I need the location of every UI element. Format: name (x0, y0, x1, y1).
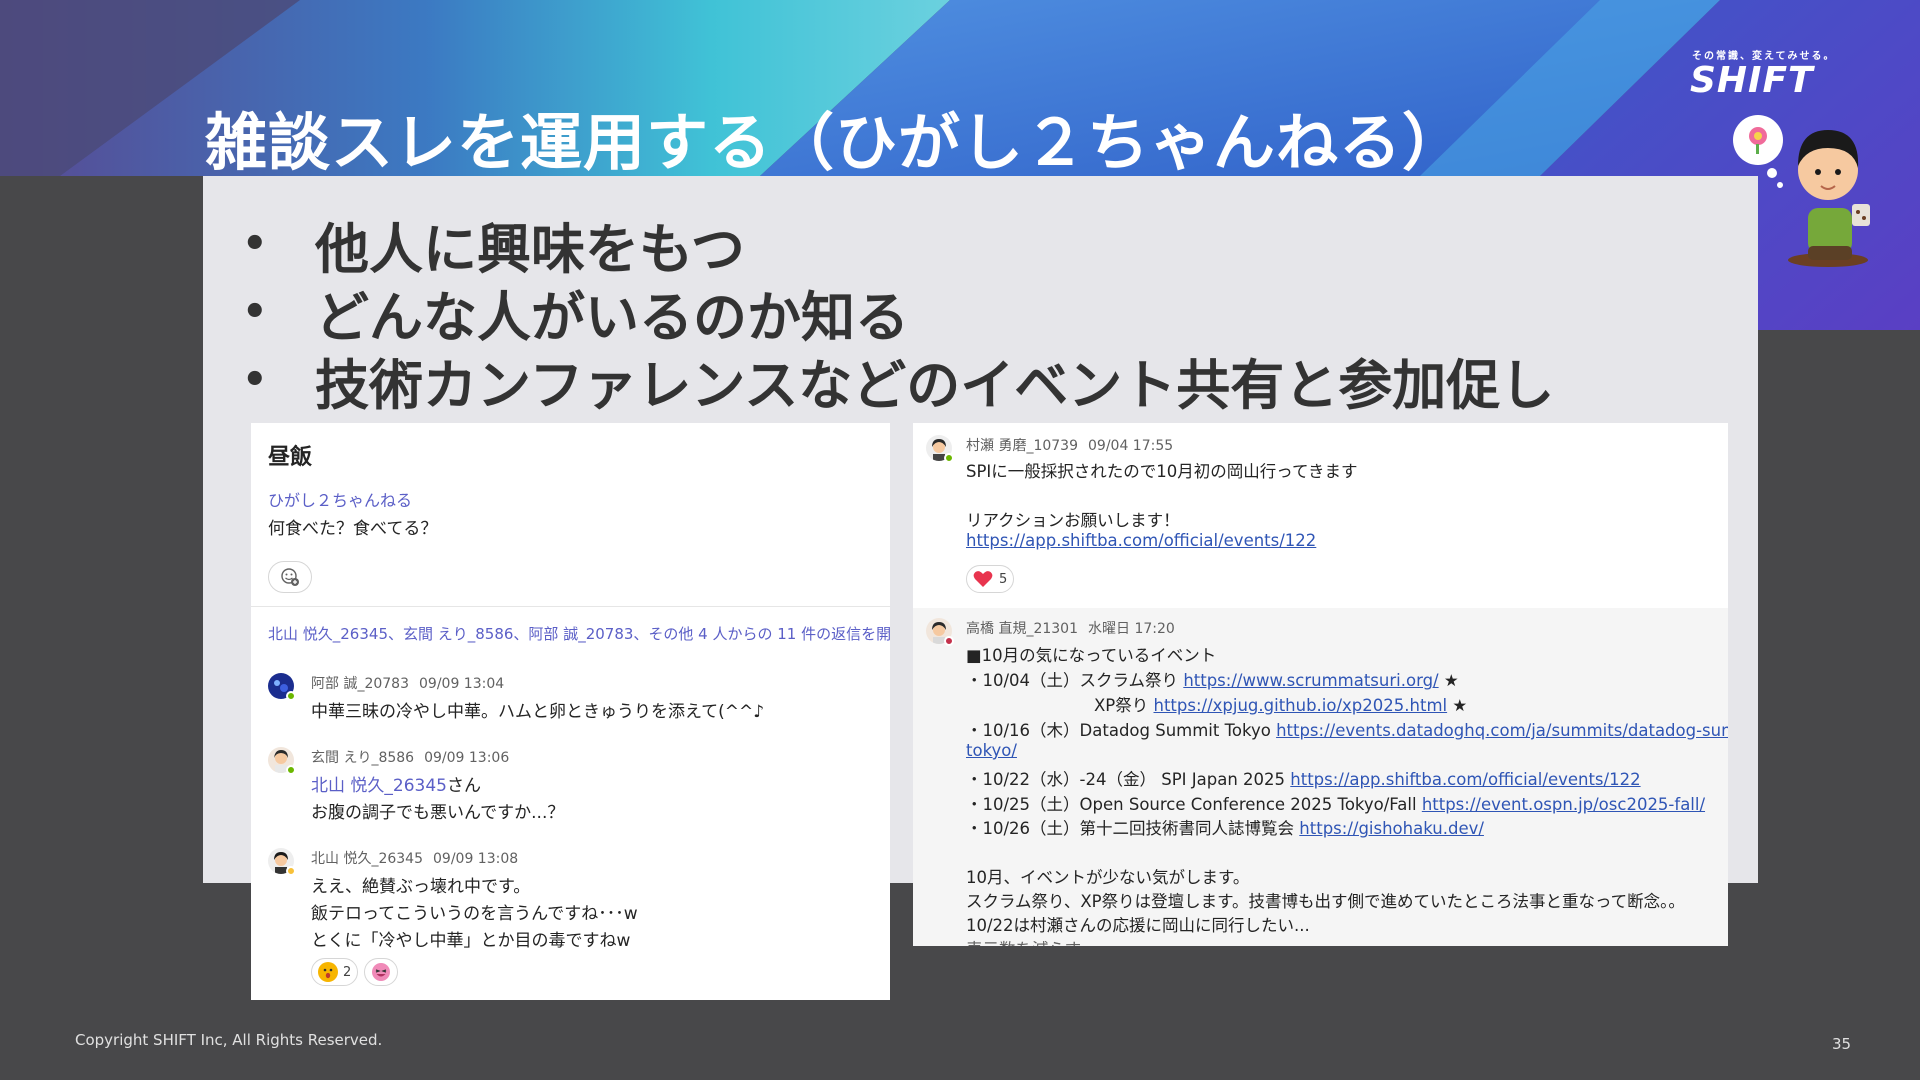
shift-logo: SHIFT (1690, 60, 1814, 101)
message-heading: ■10月の気になっているイベント (966, 646, 1217, 665)
events-thread-card: 村瀬 勇磨_10739 09/04 17:55 SPIに一般採択されたので10月初… (913, 423, 1728, 946)
lunch-thread-card: 昼飯 ひがし２ちゃんねる 何食べた？食べてる？ 北山 悦久_26345、玄間 え… (251, 423, 890, 1000)
author-name[interactable]: 阿部 誠_20783 (311, 676, 409, 692)
reaction-heart[interactable]: 5 (966, 565, 1015, 593)
reaction-surprised[interactable]: 2 (311, 958, 359, 986)
bullet-item: • どんな人がいるのか知る (242, 285, 909, 349)
mention-link[interactable]: 北山 悦久_26345 (311, 776, 447, 796)
message-text: お腹の調子でも悪いんですか...？ (311, 803, 565, 823)
heart-icon (973, 571, 993, 587)
bullet-item: • 技術カンファレンスなどのイベント共有と参加促し (242, 353, 1555, 417)
message-text: SPIに一般採択されたので10月初の岡山行ってきます (966, 462, 1358, 481)
message-text: 10月、イベントが少ない気がします。 (966, 868, 1250, 887)
post-body: 何食べた？食べてる？ (268, 519, 438, 539)
message-text: 10/22は村瀬さんの応援に岡山に同行したい... (966, 916, 1310, 935)
reaction-count: 5 (999, 571, 1008, 587)
event-line: ・10/16（木）Datadog Summit Tokyo https://ev… (966, 717, 1728, 741)
message-text: とくに「冷やし中華」とか目の毒ですねw (311, 931, 631, 951)
event-link[interactable]: https://app.shiftba.com/official/events/… (1290, 770, 1640, 789)
bullet-item: • 他人に興味をもつ (242, 217, 745, 281)
timestamp: 09/09 13:04 (419, 676, 505, 692)
presence-indicator (286, 866, 296, 876)
open-replies-link[interactable]: 北山 悦久_26345、玄間 えり_8586、阿部 誠_20783、その他 4 … (268, 623, 890, 644)
author-name[interactable]: 北山 悦久_26345 (311, 851, 423, 867)
message-text: 中華三昧の冷やし中華。ハムと卵ときゅうりを添えて(^^♪ (311, 702, 765, 722)
reaction-laughing[interactable] (364, 958, 398, 986)
event-link[interactable]: tokyo/ (966, 741, 1017, 760)
post-title: 昼飯 (268, 445, 313, 470)
bullet-list: • 他人に興味をもつ • どんな人がいるのか知る • 技術カンファレンスなどのイベント… (240, 210, 1555, 417)
timestamp: 09/04 17:55 (1088, 438, 1174, 454)
event-line: ・10/26（土）第十二回技術書同人誌博覧会 https://gishohaku… (966, 819, 1484, 838)
message-text: リアクションお願いします！ (966, 511, 1180, 530)
show-less-link[interactable]: 表示数を減らす (966, 936, 1081, 946)
presence-indicator (286, 765, 296, 775)
event-link[interactable]: https://xpjug.github.io/xp2025.html (1154, 696, 1448, 715)
event-link[interactable]: https://gishohaku.dev/ (1299, 819, 1484, 838)
timestamp: 09/09 13:08 (433, 851, 519, 867)
mention-suffix: さん (446, 776, 481, 796)
event-line: ・10/04（土）スクラム祭り https://www.scrummatsuri… (966, 671, 1459, 690)
page-number: 35 (1832, 1035, 1852, 1053)
presence-indicator (286, 691, 296, 701)
surprised-face-icon (318, 962, 338, 982)
presence-indicator (944, 636, 954, 646)
reaction-count: 2 (343, 964, 352, 980)
author-name[interactable]: 玄間 えり_8586 (311, 750, 414, 766)
author-name[interactable]: 高橋 直規_21301 (966, 621, 1078, 637)
laughing-face-icon (371, 962, 391, 982)
message-text: ええ、絶賛ぶっ壊れ中です。 (311, 877, 531, 897)
slide-title: 雑談スレを運用する（ひがし２ちゃんねる） (205, 106, 1466, 179)
copyright: Copyright SHIFT Inc, All Rights Reserved… (75, 1031, 383, 1049)
timestamp: 09/09 13:06 (424, 750, 510, 766)
author-name[interactable]: 村瀬 勇磨_10739 (966, 438, 1078, 454)
channel-link[interactable]: ひがし２ちゃんねる (268, 487, 412, 511)
event-line: tokyo/ (966, 741, 1017, 760)
event-link[interactable]: https://events.datadoghq.com/ja/summits/… (1276, 721, 1728, 740)
event-link[interactable]: https://app.shiftba.com/official/events/… (966, 531, 1316, 550)
smiley-plus-icon (281, 568, 299, 586)
presence-indicator (944, 453, 954, 463)
message-text: スクラム祭り、XP祭りは登壇します。技書博も出す側で進めていたところ法事と重なっ… (966, 892, 1685, 911)
message-text: 飯テロってこういうのを言うんですね･･･w (311, 904, 638, 924)
add-reaction-button[interactable] (268, 561, 312, 593)
event-link[interactable]: https://event.ospn.jp/osc2025-fall/ (1422, 795, 1705, 814)
event-line: ・10/22（水）-24（金） SPI Japan 2025 https://a… (966, 770, 1641, 789)
event-line: ・10/25（土）Open Source Conference 2025 Tok… (966, 795, 1706, 814)
event-line: XP祭り https://xpjug.github.io/xp2025.html… (1094, 696, 1468, 715)
event-link[interactable]: https://www.scrummatsuri.org/ (1183, 671, 1438, 690)
timestamp: 水曜日 17:20 (1088, 621, 1175, 637)
divider (251, 606, 890, 607)
